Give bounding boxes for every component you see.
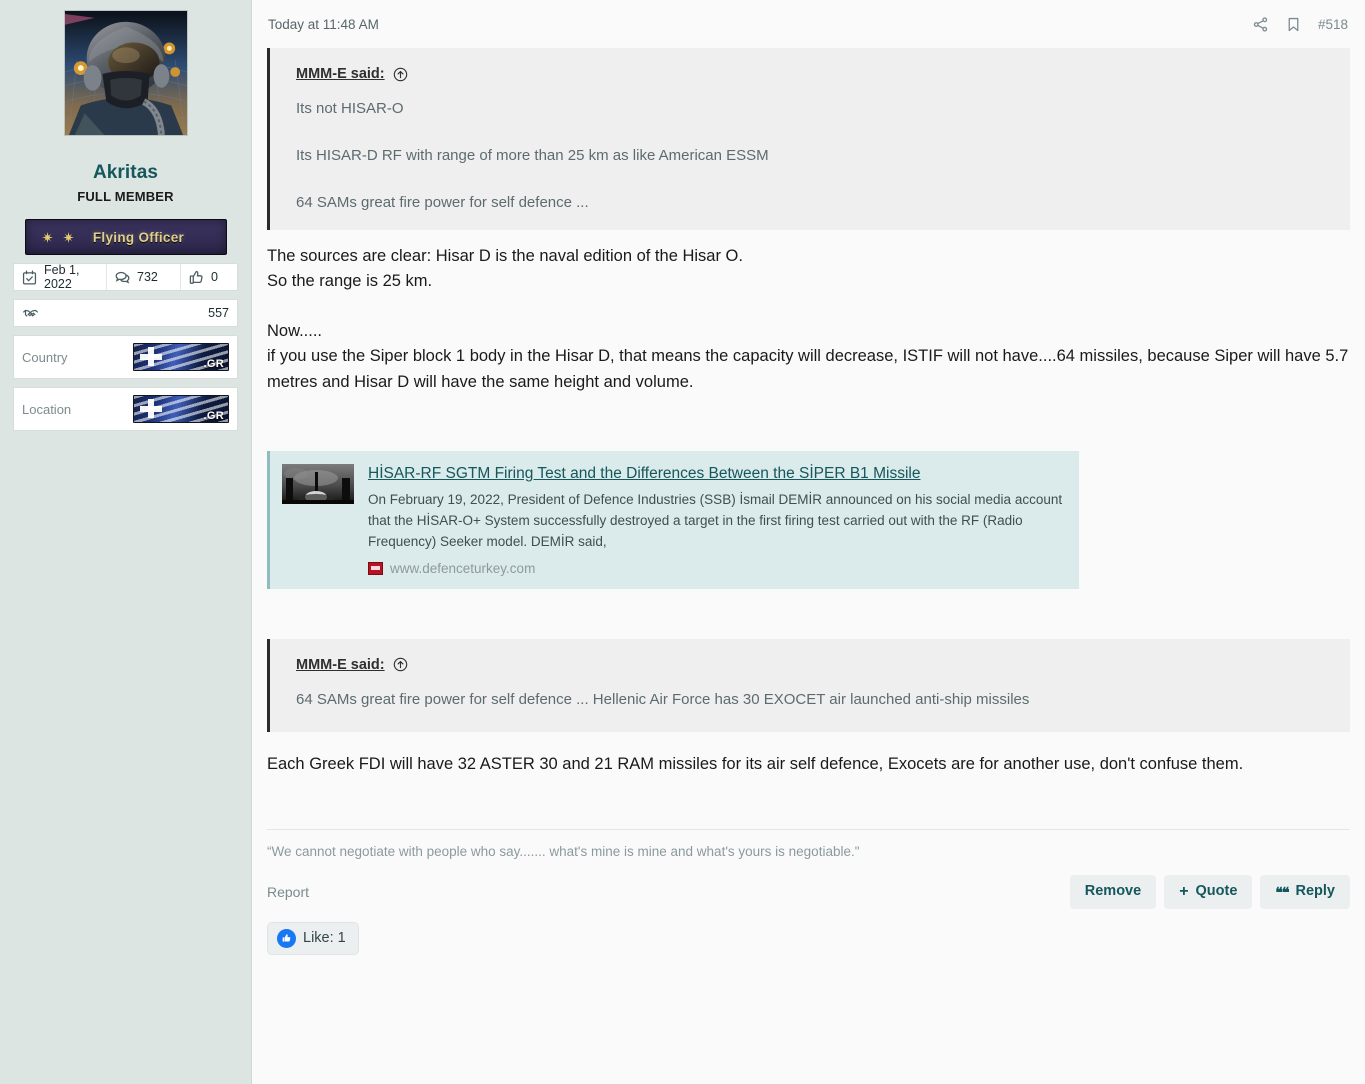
quote-block-2: MMM-E said: 64 SAMs great fire power for… [267,638,1350,732]
quote-marks-icon: ❝❝ [1275,883,1289,900]
country-tld: .GR [203,358,224,370]
jump-to-post-icon[interactable] [393,657,408,672]
location-tld: .GR [203,410,224,422]
plus-icon: + [1179,882,1189,900]
post-number[interactable]: #518 [1318,17,1348,32]
location-label: Location [22,401,72,417]
reactions-label: Like: 1 [303,930,346,947]
post-line: Now..... [267,322,323,341]
stat-messages: 732 [107,264,181,290]
quote-line: Its HISAR-D RF with range of more than 2… [296,146,769,164]
greek-flag-badge: .GR [133,395,229,423]
messages-icon [114,269,131,286]
quote-header: MMM-E said: [296,657,1328,673]
post-header: Today at 11:48 AM #518 [267,0,1350,48]
post-line: if you use the Siper block 1 body in the… [267,347,1349,391]
avatar[interactable] [63,10,188,136]
post-content-area: Today at 11:48 AM #518 MMM-E said: Its n… [252,0,1365,1084]
calendar-icon [21,269,38,286]
jump-to-post-icon[interactable] [393,67,408,82]
author-user-title: FULL MEMBER [77,189,174,204]
share-icon[interactable] [1252,16,1269,33]
post-action-buttons: Remove + Quote ❝❝ Reply [1069,874,1350,909]
reactions-count: 557 [208,306,229,320]
author-stats-row: Feb 1, 2022 732 0 [13,263,238,291]
author-field-country: Country .GR [13,335,238,379]
rank-label: Flying Officer [92,229,185,245]
quote-button-label: Quote [1195,883,1238,900]
star-icon [62,231,74,243]
post-timestamp[interactable]: Today at 11:48 AM [268,17,379,32]
rank-badge: Flying Officer [24,219,227,255]
post-line: The sources are clear: Hisar D is the na… [267,247,743,266]
joined-date: Feb 1, 2022 [44,263,80,291]
post-paragraph-group-2: Each Greek FDI will have 32 ASTER 30 and… [267,752,1350,777]
messages-count: 732 [137,270,158,284]
link-preview-host-row: www.defenceturkey.com [368,561,1065,576]
country-label: Country [22,349,68,365]
post-line: Each Greek FDI will have 32 ASTER 30 and… [267,754,1244,773]
star-icon [41,231,53,243]
quote-line: 64 SAMs great fire power for self defenc… [296,193,589,211]
author-signature: “We cannot negotiate with people who say… [267,843,860,859]
report-link[interactable]: Report [267,884,309,900]
reply-button[interactable]: ❝❝ Reply [1260,874,1350,909]
link-preview-thumbnail [282,463,354,504]
post-footer: Report Remove + Quote ❝❝ Reply [267,874,1350,909]
post-line: So the range is 25 km. [267,272,433,291]
likes-count: 0 [211,270,218,284]
link-preview-host: www.defenceturkey.com [390,560,536,576]
quote-line: Its not HISAR-O [296,100,404,117]
post-paragraph-group-1: The sources are clear: Hisar D is the na… [267,244,1350,394]
remove-button[interactable]: Remove [1069,874,1157,909]
greek-flag-badge: .GR [133,343,229,371]
quote-button[interactable]: + Quote [1164,874,1253,909]
quote-header: MMM-E said: [296,66,1328,82]
author-username[interactable]: Akritas [13,162,238,184]
reactions-bar[interactable]: Like: 1 [267,921,359,955]
author-reactions-row: 557 [13,299,238,327]
forum-post: Akritas FULL MEMBER Flying Officer Feb 1… [0,0,1365,1084]
thumbs-up-icon [188,269,205,286]
avatar-image [64,11,187,135]
site-favicon-icon [368,561,383,575]
rank-stars [41,231,74,243]
quote-line: 64 SAMs great fire power for self defenc… [296,690,1030,708]
post-body: MMM-E said: Its not HISAR-O Its HISAR-D … [267,48,1350,1084]
handshake-icon [22,305,39,322]
reply-button-label: Reply [1295,883,1336,900]
stat-likes: 0 [181,264,237,290]
quote-block-1: MMM-E said: Its not HISAR-O Its HISAR-D … [267,48,1350,231]
link-preview-card[interactable]: HİSAR-RF SGTM Firing Test and the Differ… [267,450,1079,589]
stat-joined: Feb 1, 2022 [14,263,107,291]
quote-author-link[interactable]: MMM-E said: [296,657,385,673]
post-author-sidebar: Akritas FULL MEMBER Flying Officer Feb 1… [0,0,252,1084]
bookmark-icon[interactable] [1285,16,1302,33]
link-preview-description: On February 19, 2022, President of Defen… [368,492,1063,549]
thumbs-up-icon [277,928,296,948]
quote-author-link[interactable]: MMM-E said: [296,66,385,82]
author-field-location: Location .GR [13,387,238,431]
link-preview-title[interactable]: HİSAR-RF SGTM Firing Test and the Differ… [368,464,1065,483]
